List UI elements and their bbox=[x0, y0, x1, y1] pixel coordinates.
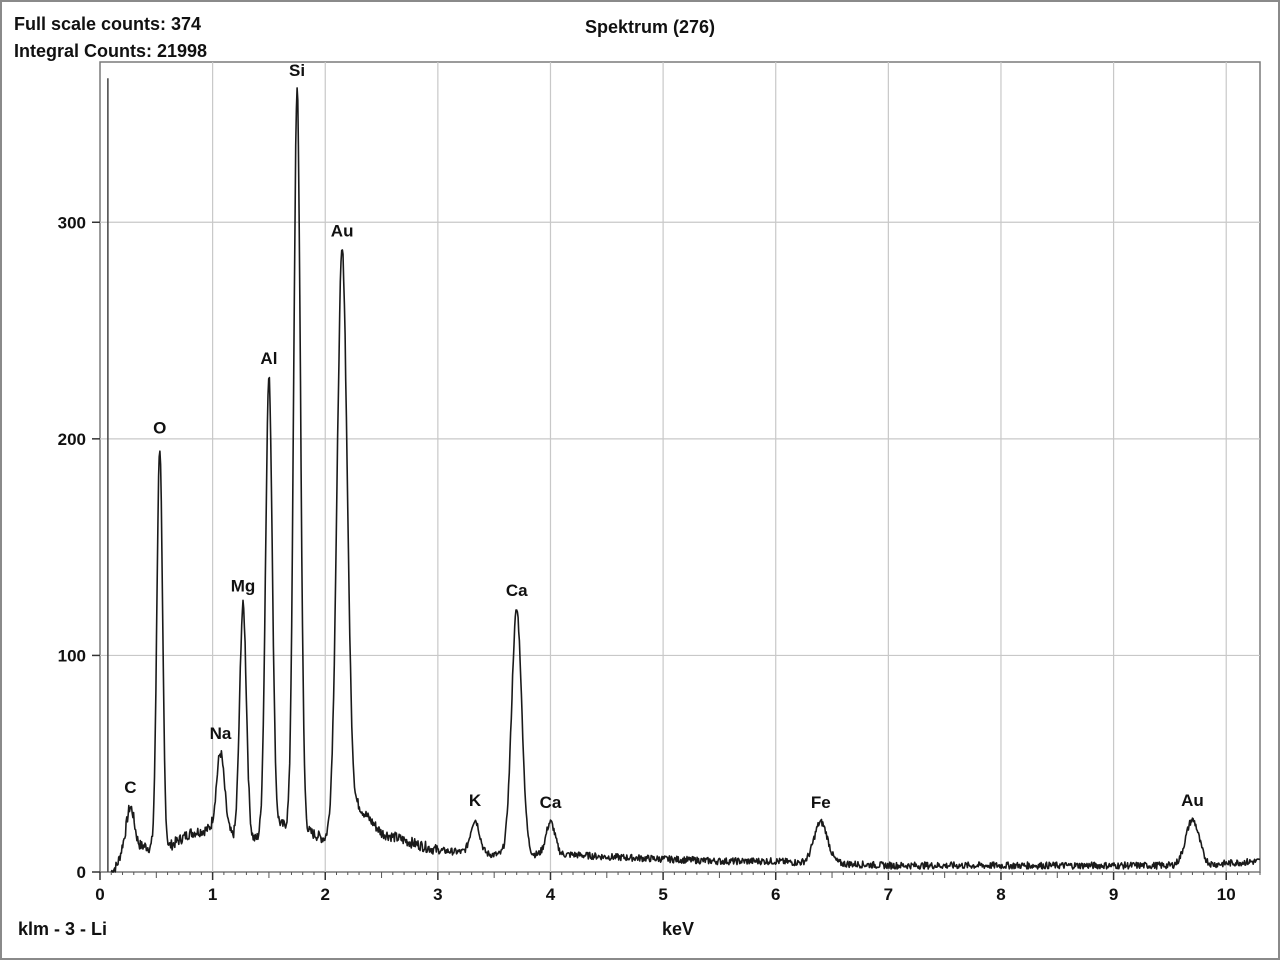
peak-label: C bbox=[124, 778, 136, 797]
peak-label: Au bbox=[331, 221, 354, 240]
peak-label: Mg bbox=[231, 577, 256, 596]
y-tick-label: 0 bbox=[77, 863, 86, 882]
peak-label: Al bbox=[260, 349, 277, 368]
x-tick-label: 0 bbox=[95, 885, 104, 904]
x-tick-label: 6 bbox=[771, 885, 780, 904]
x-tick-label: 5 bbox=[658, 885, 667, 904]
integral-counts: Integral Counts: 21998 bbox=[14, 41, 207, 61]
y-tick-label: 100 bbox=[58, 646, 86, 665]
sample-label: klm - 3 - Li bbox=[18, 919, 107, 939]
x-tick-label: 3 bbox=[433, 885, 442, 904]
chart-title: Spektrum (276) bbox=[585, 17, 715, 37]
peak-label: Ca bbox=[540, 793, 562, 812]
x-tick-label: 1 bbox=[208, 885, 217, 904]
y-tick-label: 300 bbox=[58, 213, 86, 232]
x-tick-label: 2 bbox=[321, 885, 330, 904]
peak-label: K bbox=[469, 791, 482, 810]
spectrum-window: 0 1 2 3 4 5 6 7 8 9 10 0 100 200 300 C O Na Mg Al Si Au K Ca Ca… bbox=[0, 0, 1280, 960]
x-tick-label: 4 bbox=[546, 885, 556, 904]
peak-label: Si bbox=[289, 61, 305, 80]
x-axis-label: keV bbox=[662, 919, 694, 939]
peak-label: Na bbox=[210, 724, 232, 743]
y-tick-label: 200 bbox=[58, 430, 86, 449]
plot-area bbox=[99, 61, 1261, 873]
peak-label: Ca bbox=[506, 581, 528, 600]
peak-label: Au bbox=[1181, 791, 1204, 810]
x-tick-label: 9 bbox=[1109, 885, 1118, 904]
x-tick-label: 10 bbox=[1217, 885, 1236, 904]
spectrum-chart: 0 1 2 3 4 5 6 7 8 9 100100200300 CONaMgAlSiAuKCaCa… bbox=[0, 0, 1280, 960]
x-tick-label: 8 bbox=[996, 885, 1005, 904]
peak-label: Fe bbox=[811, 793, 831, 812]
peak-label: O bbox=[153, 419, 166, 438]
full-scale-counts: Full scale counts: 374 bbox=[14, 14, 201, 34]
x-tick-label: 7 bbox=[884, 885, 893, 904]
